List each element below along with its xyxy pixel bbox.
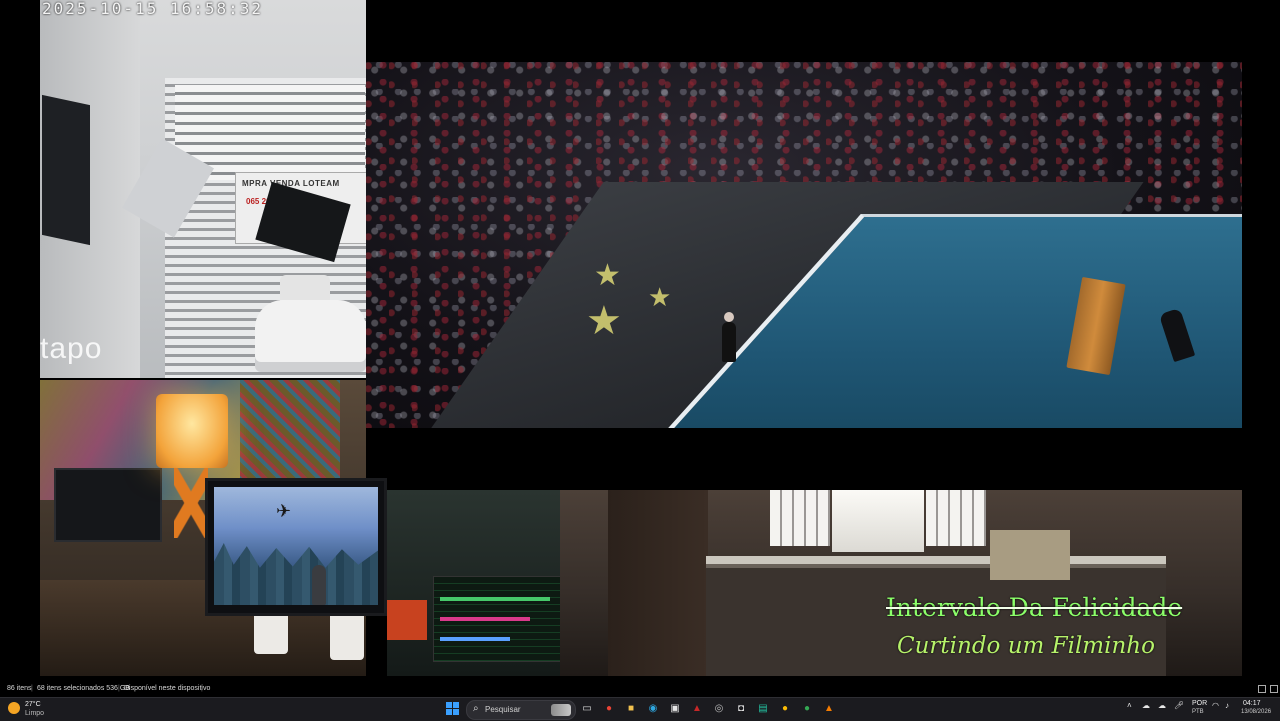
door: [608, 490, 708, 676]
availability-status: Disponível neste dispositivo: [124, 685, 211, 692]
security-camera-feed: MPRA VENDA LOTEAM 065 2622-8262 2025-10-…: [40, 0, 366, 378]
waveform-green: [440, 597, 550, 601]
laptop-left: [42, 94, 90, 246]
app-icon-4[interactable]: ◘: [734, 702, 748, 716]
lamp-shade: [156, 394, 228, 468]
overlay-subtitle: Curtindo um Filminho: [897, 633, 1155, 659]
waveform-pink: [440, 617, 530, 621]
chrome-icon[interactable]: ●: [602, 702, 616, 716]
search-highlight-image: [551, 704, 571, 716]
item-count: 86 itens: [7, 685, 32, 692]
chevron-up-icon[interactable]: ˄: [1127, 701, 1132, 710]
taskbar-search[interactable]: ⌕ Pesquisar: [466, 700, 576, 720]
chrome-icon-2[interactable]: ●: [778, 702, 792, 716]
sun-icon: [8, 702, 20, 714]
star-decoration: ★: [594, 259, 621, 292]
task-view-icon[interactable]: ▭: [580, 702, 594, 716]
star-decoration: ★: [648, 282, 672, 312]
clock-time[interactable]: 04:17: [1243, 700, 1261, 707]
separator: |: [31, 685, 33, 692]
onedrive-icon[interactable]: ☁: [1158, 701, 1166, 710]
main-video-frame: ★ ★ ★: [366, 62, 1242, 428]
tiles-view-icon[interactable]: [1270, 685, 1278, 693]
wifi-icon[interactable]: ◠: [1212, 701, 1219, 710]
app-icon-2[interactable]: ▲: [690, 702, 704, 716]
app-icon-1[interactable]: ▣: [668, 702, 682, 716]
overlay-title: Intervalo Da Felicidade: [886, 593, 1183, 622]
edge-icon[interactable]: ◉: [646, 702, 660, 716]
forest-wallpaper: ✈: [214, 487, 378, 605]
monitor: ✈: [205, 478, 387, 616]
details-view-icon[interactable]: [1258, 685, 1266, 693]
chrome-icon-3[interactable]: ●: [800, 702, 814, 716]
parked-car: [255, 300, 366, 372]
cloud-icon[interactable]: ☁: [1142, 701, 1150, 710]
vlc-icon[interactable]: ▲: [822, 702, 836, 716]
film-frame: Intervalo Da Felicidade Curtindo um Film…: [560, 490, 1242, 676]
wall-art: [240, 380, 340, 490]
waveform-scope: [433, 576, 560, 662]
walking-person: [722, 312, 736, 362]
separator: |: [201, 685, 203, 692]
figurine: [312, 565, 326, 605]
red-box: [387, 600, 427, 640]
monitor-off: [54, 468, 162, 542]
file-explorer-icon[interactable]: ■: [624, 702, 638, 716]
language-indicator[interactable]: POR: [1192, 700, 1207, 707]
weather-temperature: 27°C: [25, 701, 41, 708]
camera-timestamp: 2025-10-15 16:58:32: [42, 0, 264, 18]
taskbar: 27°C Limpo ⌕ Pesquisar ▭ ● ■ ◉ ▣ ▲ ◎ ◘ ▤ ● ● ▲ ˄ ☁ …: [0, 697, 1280, 721]
app-icon-5[interactable]: ▤: [756, 702, 770, 716]
waveform-blue: [440, 637, 510, 641]
star-decoration: ★: [586, 299, 622, 343]
person-head: [724, 312, 734, 322]
volume-icon[interactable]: ♪: [1225, 701, 1229, 710]
keyboard-layout[interactable]: PTB: [1192, 709, 1204, 715]
window-left: [770, 490, 830, 546]
clock-date[interactable]: 13/08/2026: [1241, 709, 1271, 715]
equipment-panel: [387, 490, 560, 676]
search-icon: ⌕: [473, 703, 479, 714]
windows-start-icon[interactable]: [446, 702, 459, 715]
crate: [990, 530, 1070, 580]
selection-info: 68 itens selecionados 536 GB: [37, 685, 131, 692]
window-center: [832, 490, 924, 552]
lamp-base: [174, 468, 208, 538]
weather-condition: Limpo: [25, 710, 45, 717]
explorer-status-bar: 86 itens | 68 itens selecionados 536 GB …: [0, 683, 1280, 697]
window-right: [926, 490, 986, 546]
camera-brand-watermark: tapo: [40, 332, 103, 365]
trees: [214, 543, 378, 605]
separator: |: [118, 685, 120, 692]
eagle-icon: ✈: [276, 501, 292, 521]
mic-icon[interactable]: 🎤︎: [1174, 701, 1184, 710]
search-placeholder: Pesquisar: [485, 705, 521, 714]
app-icon-3[interactable]: ◎: [712, 702, 726, 716]
